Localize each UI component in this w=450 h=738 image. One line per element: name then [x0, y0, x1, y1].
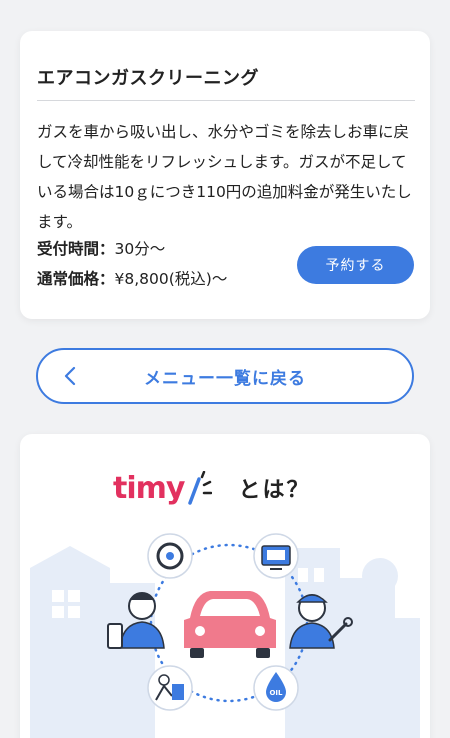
back-to-menu-label: メニュー一覧に戻る	[144, 368, 306, 389]
divider	[37, 100, 415, 101]
regular-price: 通常価格：¥8,800(税込)～	[37, 267, 227, 289]
reception-time-label: 受付時間：	[37, 240, 115, 258]
oil-icon: OIL	[253, 665, 299, 711]
service-description: ガスを車から吸い出し、水分やゴミを除去しお車に戻して冷却性能をリフレッシュします…	[37, 123, 412, 231]
timy-logo: timy	[113, 470, 185, 506]
service-card: エアコンガスクリーニング ガスを車から吸い出し、水分やゴミを除去しお車に戻して冷…	[20, 31, 430, 319]
regular-price-value: ¥8,800(税込)～	[114, 270, 228, 288]
back-to-menu-button[interactable]: メニュー一覧に戻る	[36, 348, 414, 404]
reception-time-value: 30分～	[114, 240, 166, 258]
about-suffix: とは？	[238, 478, 311, 503]
logo-mark-icon	[188, 471, 213, 505]
diagnostic-monitor-icon	[253, 533, 299, 579]
maintenance-icon	[147, 665, 193, 711]
car-icon	[184, 591, 276, 658]
service-illustration: OIL	[30, 533, 420, 738]
reserve-button[interactable]: 予約する	[297, 246, 414, 284]
tire-icon	[147, 533, 193, 579]
chevron-left-icon	[64, 366, 76, 386]
regular-price-label: 通常価格：	[37, 270, 115, 288]
svg-text:OIL: OIL	[269, 689, 283, 697]
about-heading: timy とは？	[113, 468, 310, 508]
reception-time: 受付時間：30分～	[37, 237, 165, 259]
service-title: エアコンガスクリーニング	[37, 68, 259, 89]
